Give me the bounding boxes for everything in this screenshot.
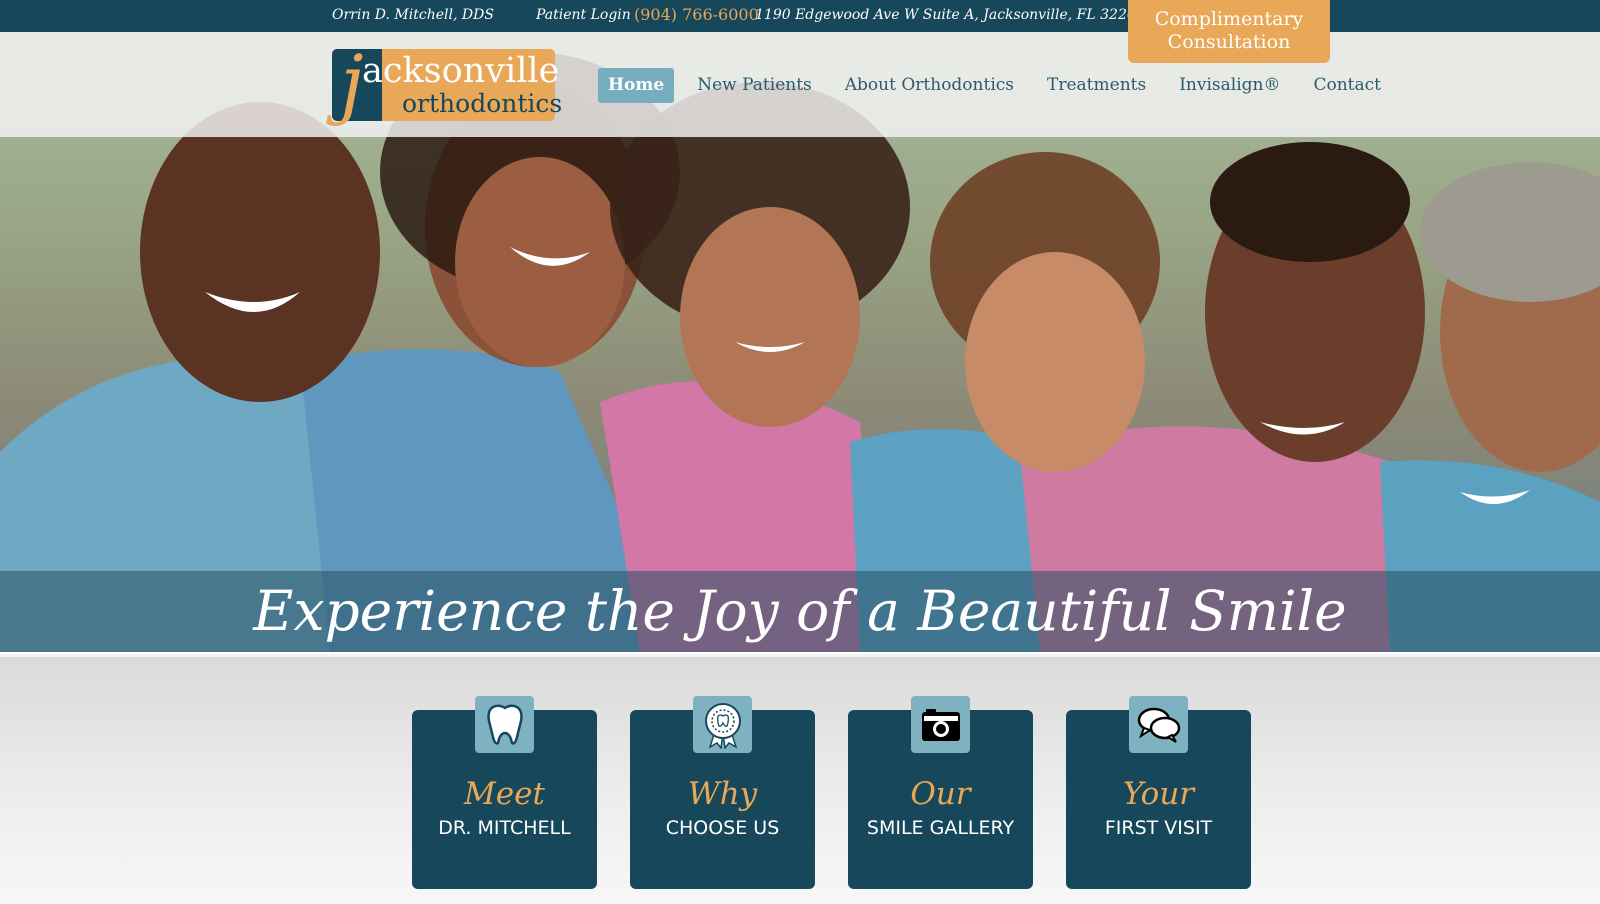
- logo-line2: orthodontics: [402, 89, 563, 118]
- card-title: Meet: [464, 776, 545, 812]
- main-nav: Home New Patients About Orthodontics Tre…: [598, 68, 1404, 103]
- award-ribbon-icon: [693, 696, 752, 753]
- complimentary-consultation-button[interactable]: Complimentary Consultation: [1128, 0, 1330, 63]
- card-subtitle: SMILE GALLERY: [866, 817, 1015, 839]
- card-first-visit[interactable]: Your FIRST VISIT: [1066, 696, 1251, 889]
- consult-line2: Consultation: [1167, 31, 1291, 53]
- camera-icon: [911, 696, 970, 753]
- card-title: Why: [687, 776, 758, 812]
- card-subtitle: FIRST VISIT: [1104, 817, 1213, 839]
- hero-divider: [0, 652, 1600, 654]
- patient-login-link[interactable]: Patient Login: [536, 7, 631, 23]
- logo-line1: acksonville: [362, 51, 560, 91]
- nav-invisalign[interactable]: Invisalign®: [1169, 68, 1290, 103]
- card-title: Our: [910, 776, 971, 812]
- site-logo[interactable]: j acksonville orthodontics: [332, 45, 562, 121]
- logo-j: j: [340, 38, 364, 127]
- consult-line1: Complimentary: [1154, 8, 1304, 30]
- card-subtitle: CHOOSE US: [665, 817, 780, 839]
- nav-home[interactable]: Home: [598, 68, 675, 103]
- nav-treatments[interactable]: Treatments: [1037, 68, 1156, 103]
- card-meet-dr-mitchell[interactable]: Meet DR. MITCHELL: [412, 696, 597, 889]
- tooth-icon: [475, 696, 534, 753]
- top-bar: Orrin D. Mitchell, DDS Patient Login (90…: [0, 0, 1600, 32]
- nav-new-patients[interactable]: New Patients: [687, 68, 822, 103]
- card-title: Your: [1122, 776, 1195, 812]
- card-why-choose-us[interactable]: Why CHOOSE US: [630, 696, 815, 889]
- chat-bubbles-icon: [1129, 696, 1188, 753]
- card-smile-gallery[interactable]: Our SMILE GALLERY: [848, 696, 1033, 889]
- card-subtitle: DR. MITCHELL: [438, 817, 571, 839]
- nav-contact[interactable]: Contact: [1303, 68, 1391, 103]
- phone-link[interactable]: (904) 766-6000: [634, 5, 759, 24]
- doctor-name: Orrin D. Mitchell, DDS: [332, 7, 494, 23]
- address: 1190 Edgewood Ave W Suite A, Jacksonvill…: [755, 7, 1145, 23]
- hero-tagline: Experience the Joy of a Beautiful Smile: [253, 579, 1347, 643]
- nav-about-orthodontics[interactable]: About Orthodontics: [835, 68, 1024, 103]
